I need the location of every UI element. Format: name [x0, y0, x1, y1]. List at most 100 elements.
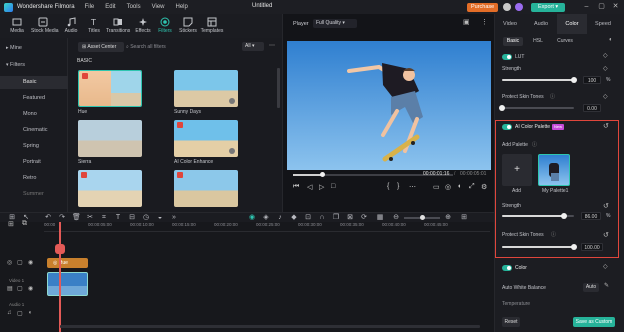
compare-icon[interactable]: ◐ [609, 37, 613, 43]
tab-filters[interactable]: Filters [153, 14, 177, 38]
play-icon[interactable]: ▷ [319, 183, 324, 191]
player-progress-knob[interactable] [319, 172, 325, 177]
filter-all-dropdown[interactable]: All ▾ [242, 42, 264, 51]
eye-icon[interactable]: ◉ [28, 285, 33, 292]
more-icon[interactable]: » [170, 214, 178, 222]
text-icon[interactable]: T [114, 214, 122, 222]
subtab-basic[interactable]: Basic [503, 37, 523, 46]
reset-button[interactable]: Reset [502, 317, 520, 327]
lock-icon[interactable]: ▢ [17, 285, 23, 292]
menu-view[interactable]: View [152, 4, 165, 10]
download-icon[interactable] [229, 148, 235, 154]
close-icon[interactable]: ✕ [611, 2, 620, 11]
lut-strength-reset-icon[interactable]: ◇ [603, 65, 608, 72]
filter-thumb-sunny-days[interactable] [174, 70, 238, 107]
lut-protect-reset-icon[interactable]: ◇ [603, 93, 608, 100]
ai-strength-reset-icon[interactable]: ↺ [603, 202, 609, 210]
color-reset-icon[interactable]: ◇ [603, 263, 608, 270]
copy-icon[interactable]: ❐ [332, 214, 340, 222]
lut-protect-slider[interactable] [499, 105, 574, 111]
auto-white-balance-button[interactable]: Auto [583, 283, 599, 292]
tab-templates[interactable]: Templates [200, 14, 224, 38]
menu-help[interactable]: Help [176, 4, 188, 10]
lock-icon[interactable]: ▢ [17, 310, 23, 317]
zoom-in-icon[interactable]: ⊕ [444, 214, 452, 222]
tab-stock-media[interactable]: Stock Media [31, 14, 59, 38]
timeline-ruler[interactable]: 00:00 00:00:05:00 00:00:10:00 00:00:15:0… [44, 222, 490, 232]
ai-protect-reset-icon[interactable]: ↺ [603, 231, 609, 239]
library-scrollbar[interactable] [277, 68, 280, 108]
more-icon[interactable]: ⋯ [269, 42, 275, 49]
avatar[interactable] [503, 3, 511, 11]
quality-dropdown[interactable]: Full Quality ▾ [313, 19, 357, 28]
menu-file[interactable]: File [85, 4, 95, 10]
mic-icon[interactable]: ♪ [276, 214, 284, 222]
frame-icon[interactable]: ▦ [376, 214, 384, 222]
minimize-icon[interactable]: – [582, 2, 591, 11]
auto-icon[interactable]: ⟳ [360, 214, 368, 222]
lut-reset-icon[interactable]: ◇ [603, 52, 608, 59]
filter-thumb-5[interactable] [78, 170, 142, 207]
subtab-hsl[interactable]: HSL [528, 37, 548, 46]
speed-icon[interactable]: ◷ [142, 214, 150, 222]
step-back-icon[interactable]: ◁ [307, 183, 312, 191]
asset-center-button[interactable]: ⊞ Asset Center [78, 42, 124, 52]
lut-toggle[interactable] [502, 54, 512, 60]
search-input[interactable]: ⌕ Search all filters [126, 42, 236, 52]
tab-audio[interactable]: Audio [59, 14, 83, 38]
ai-strength-knob[interactable] [560, 213, 567, 219]
export-button[interactable]: Export ▾ [531, 3, 566, 12]
purchase-button[interactable]: Purchase [467, 3, 499, 12]
maximize-icon[interactable]: ▢ [597, 2, 606, 11]
stop-icon[interactable]: □ [331, 183, 335, 190]
timeline-scrollbar[interactable] [60, 325, 480, 328]
more-icon[interactable]: ⋯ [409, 183, 416, 191]
lut-strength-knob[interactable] [571, 77, 577, 83]
snap-icon[interactable]: ⊡ [304, 214, 312, 222]
tab-effects[interactable]: Effects [131, 14, 155, 38]
volume-icon[interactable]: ◖ [28, 310, 32, 316]
sidebar-item-spring[interactable]: Spring [0, 140, 68, 153]
ai-strength-value[interactable]: 86.00 [581, 212, 601, 220]
filter-thumb-hue[interactable] [78, 70, 142, 107]
menu-edit[interactable]: Edit [105, 4, 115, 10]
lut-protect-knob[interactable] [499, 105, 505, 111]
crop-icon[interactable]: ⌗ [100, 214, 108, 222]
menu-tools[interactable]: Tools [127, 4, 141, 10]
color-toggle[interactable] [502, 265, 512, 271]
lut-protect-value[interactable]: 0.00 [583, 104, 601, 112]
delete-icon[interactable]: 🗑 [72, 214, 81, 222]
eyedropper-icon[interactable]: ✎ [604, 282, 609, 289]
zoom-slider[interactable] [404, 215, 440, 220]
color-match-icon[interactable]: ◒ [156, 214, 164, 222]
snapshot-icon[interactable]: ▣ [463, 18, 470, 26]
ai-palette-reset-icon[interactable]: ↺ [603, 122, 609, 130]
lock-icon[interactable]: ▢ [17, 259, 23, 266]
prev-frame-icon[interactable]: ⏮ [293, 183, 299, 191]
adjust-icon[interactable]: ⊟ [128, 214, 136, 222]
playhead-handle[interactable] [55, 244, 65, 254]
tab-media[interactable]: Media [5, 14, 29, 38]
more-icon[interactable]: ⋮ [481, 18, 488, 26]
display-icon[interactable]: ▭ [433, 183, 440, 191]
tab-video[interactable]: Video [495, 14, 525, 34]
link-icon[interactable]: ⧉ [22, 220, 27, 228]
grid-icon[interactable]: ⊠ [346, 214, 354, 222]
lut-strength-slider[interactable] [502, 77, 577, 83]
undo-icon[interactable]: ↶ [44, 214, 52, 222]
video-clip[interactable] [47, 272, 88, 296]
ai-strength-slider[interactable] [502, 213, 574, 219]
tab-audio[interactable]: Audio [526, 14, 556, 34]
sidebar-item-portrait[interactable]: Portrait [0, 156, 68, 169]
ai-palette-toggle[interactable] [502, 124, 512, 130]
download-icon[interactable] [229, 98, 235, 104]
sidebar-item-mono[interactable]: Mono [0, 108, 68, 121]
redo-icon[interactable]: ↷ [58, 214, 66, 222]
camera-icon[interactable]: ◎ [445, 183, 451, 191]
ai-protect-knob[interactable] [571, 244, 577, 250]
cloud-icon[interactable] [515, 3, 523, 11]
tab-titles[interactable]: T Titles [82, 14, 106, 38]
ai-protect-value[interactable]: 100.00 [581, 243, 603, 251]
marker-icon[interactable]: ◆ [290, 214, 298, 222]
sidebar-item-featured[interactable]: Featured [0, 92, 68, 105]
